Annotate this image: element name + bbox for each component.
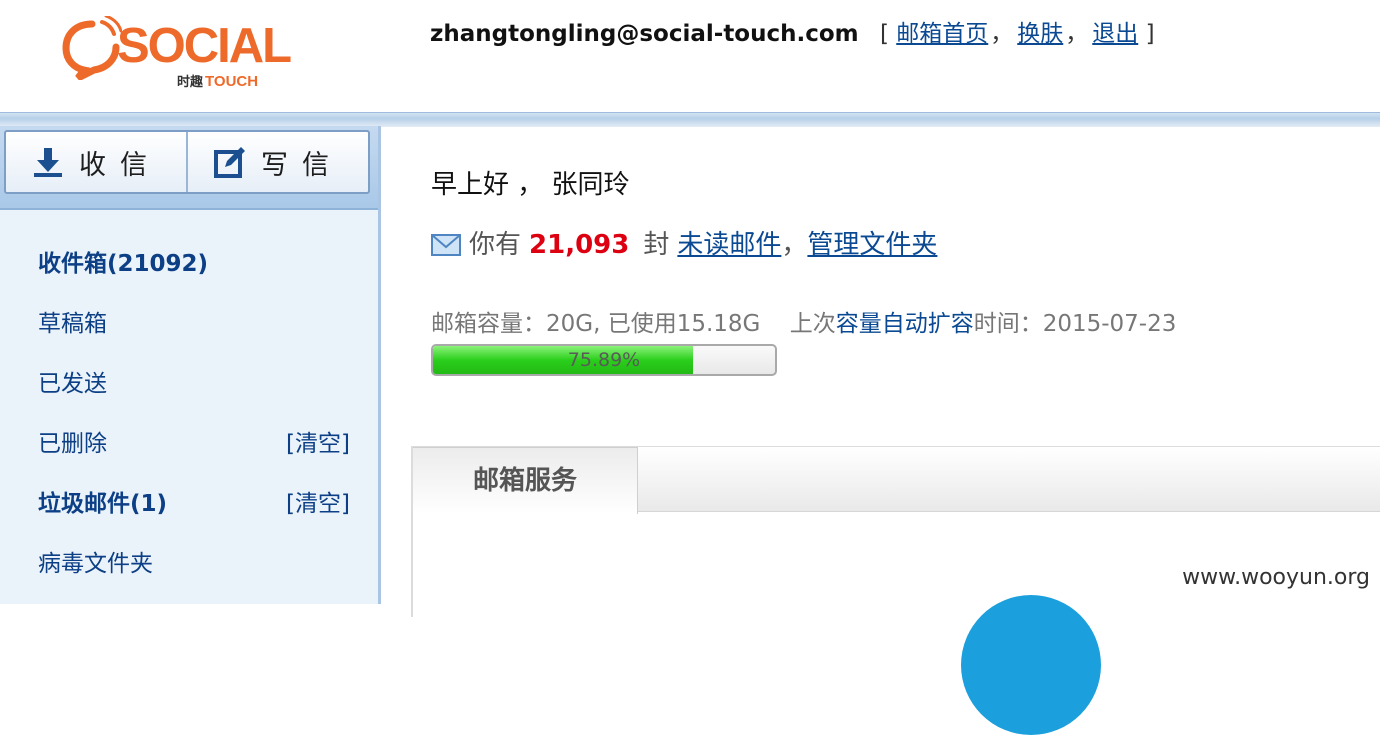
folder-spam[interactable]: 垃圾邮件(1) [清空] xyxy=(38,484,358,524)
header-divider xyxy=(0,112,1380,127)
service-icon xyxy=(961,595,1101,735)
capacity-last: 上次 xyxy=(789,311,836,337)
user-bar: zhangtongling@social-touch.com [ 邮箱首页， 换肤… xyxy=(430,18,1155,50)
bracket-open: [ xyxy=(879,21,889,47)
separator: ， xyxy=(990,21,1014,47)
download-icon xyxy=(34,148,62,177)
logo-wordmark: SOCIAL xyxy=(117,19,292,73)
social-touch-logo[interactable]: SOCIAL 时趣 TOUCH xyxy=(62,14,292,94)
sidebar: 收信 写信 收件箱(21092) 草稿箱 已发送 已删除 [清空] 垃圾邮件(1… xyxy=(0,126,381,604)
watermark: www.wooyun.org xyxy=(1182,565,1370,590)
logout-link[interactable]: 退出 xyxy=(1092,21,1138,47)
logo-subtitle: 时趣 TOUCH xyxy=(177,74,258,89)
clear-spam-link[interactable]: [清空] xyxy=(286,484,350,524)
page-header: SOCIAL 时趣 TOUCH zhangtongling@social-touc… xyxy=(0,0,1380,114)
receive-mail-button[interactable]: 收信 xyxy=(6,132,186,192)
separator: ， xyxy=(1065,21,1089,47)
clear-deleted-link[interactable]: [清空] xyxy=(286,424,350,464)
logo-sub-en: TOUCH xyxy=(205,73,259,90)
tab-strip: 邮箱服务 xyxy=(413,447,1380,514)
folder-label: 收件箱(21092) xyxy=(38,251,209,277)
folder-label: 已发送 xyxy=(38,371,107,397)
comma: ， xyxy=(781,230,808,260)
greeting: 早上好 ， 张同玲 xyxy=(431,170,630,200)
compose-mail-label: 写信 xyxy=(261,149,343,181)
mailbox-capacity: 邮箱容量：20G, 已使用15.18G 上次容量自动扩容时间：2015-07-2… xyxy=(431,304,1176,338)
folder-sent[interactable]: 已发送 xyxy=(38,364,358,404)
tab-mail-services[interactable]: 邮箱服务 xyxy=(413,447,638,514)
logo-bubble-icon xyxy=(62,16,122,80)
unread-count: 21,093 xyxy=(529,230,630,260)
mail-services-panel: 邮箱服务 xyxy=(411,446,1380,735)
compose-icon xyxy=(214,147,245,178)
folder-deleted[interactable]: 已删除 [清空] xyxy=(38,424,358,464)
bracket-close: ] xyxy=(1145,21,1155,47)
logo-sub-cn: 时趣 xyxy=(177,74,204,89)
change-skin-link[interactable]: 换肤 xyxy=(1017,21,1063,47)
mail-action-buttons: 收信 写信 xyxy=(4,130,370,194)
compose-bar: 收信 写信 xyxy=(0,126,378,210)
capacity-text: 邮箱容量：20G, 已使用15.18G xyxy=(431,311,761,337)
manage-folders-link[interactable]: 管理文件夹 xyxy=(807,230,937,260)
folder-drafts[interactable]: 草稿箱 xyxy=(38,304,358,344)
folder-virus[interactable]: 病毒文件夹 xyxy=(38,544,358,584)
unit-feng: 封 xyxy=(643,230,670,260)
folder-label: 垃圾邮件(1) xyxy=(38,491,168,517)
folder-label: 已删除 xyxy=(38,431,107,457)
folder-label: 草稿箱 xyxy=(38,311,107,337)
user-email: zhangtongling@social-touch.com xyxy=(430,21,859,47)
main-content: 早上好 ， 张同玲 你有 21,093 封未读邮件，管理文件夹 邮箱容量：20G, … xyxy=(381,126,1380,735)
capacity-progress-bar: 75.89% xyxy=(431,344,777,376)
unread-mail-link[interactable]: 未读邮件 xyxy=(677,230,781,260)
receive-mail-label: 收信 xyxy=(79,149,161,181)
folder-inbox[interactable]: 收件箱(21092) xyxy=(38,244,358,284)
envelope-icon xyxy=(431,234,461,256)
capacity-date: 时间：2015-07-23 xyxy=(973,311,1177,337)
auto-expand-label: 容量自动扩容 xyxy=(835,311,974,337)
capacity-progress-text: 75.89% xyxy=(567,349,641,371)
compose-mail-button[interactable]: 写信 xyxy=(186,132,368,192)
folder-label: 病毒文件夹 xyxy=(38,551,153,577)
you-have-text: 你有 xyxy=(469,230,522,260)
unread-summary: 你有 21,093 封未读邮件，管理文件夹 xyxy=(431,224,937,261)
mail-home-link[interactable]: 邮箱首页 xyxy=(896,21,988,47)
